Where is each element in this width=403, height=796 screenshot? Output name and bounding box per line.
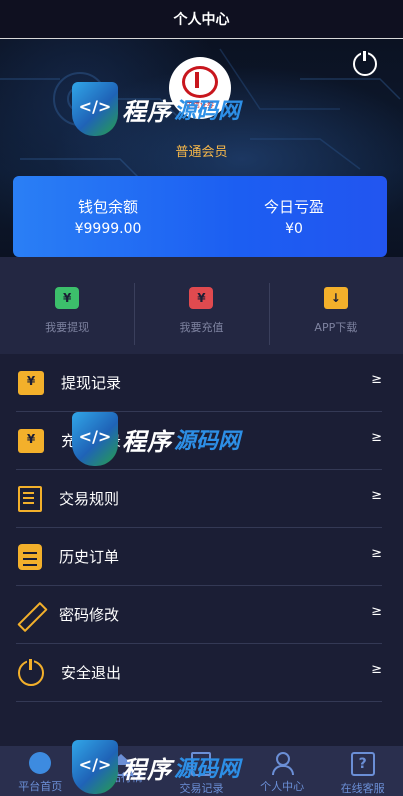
rules-doc-icon <box>18 485 42 512</box>
member-level: 普通会员 <box>175 145 228 160</box>
recharge-icon: ¥ <box>189 287 214 309</box>
tab-label: 在线客服 <box>340 782 385 795</box>
today-profit-label: 今日亏盈 <box>263 198 324 216</box>
today-profit-value: ¥0 <box>285 221 303 237</box>
power-icon <box>18 658 44 686</box>
withdraw-icon: ¥ <box>55 287 80 309</box>
menu-item-recharge-record[interactable]: ¥ 充值记录 ≥ <box>16 412 382 470</box>
tab-trade-records[interactable]: 交易记录 <box>161 746 242 796</box>
menu-item-label: 安全退出 <box>61 664 122 682</box>
menu-item-trading-rules[interactable]: 交易规则 ≥ <box>16 470 382 528</box>
withdraw-label: 我要提现 <box>45 321 90 334</box>
tab-market[interactable]: 商品行情 <box>81 746 162 796</box>
menu-item-label: 交易规则 <box>59 490 120 508</box>
home-icon <box>108 754 133 776</box>
chevron-right-icon: ≥ <box>371 372 382 387</box>
wallet-balance-label: 钱包余额 <box>77 198 138 216</box>
recharge-button[interactable]: ¥ 我要充值 <box>134 257 268 354</box>
menu-item-withdraw-record[interactable]: ¥ 提现记录 ≥ <box>16 354 382 412</box>
today-profit: 今日亏盈 ¥0 <box>239 196 349 237</box>
avatar-text: 中信证券 <box>186 101 214 109</box>
tab-customer-service[interactable]: ? 在线客服 <box>322 746 403 796</box>
app-download-label: APP下载 <box>314 321 358 334</box>
menu-item-label: 密码修改 <box>59 606 120 624</box>
menu-item-label: 提现记录 <box>61 374 122 392</box>
tab-platform-home[interactable]: 平台首页 <box>0 746 81 796</box>
tab-label: 个人中心 <box>260 780 305 793</box>
chevron-right-icon: ≥ <box>371 430 382 445</box>
wallet-balance: 钱包余额 ¥9999.00 <box>53 196 163 237</box>
withdraw-button[interactable]: ¥ 我要提现 <box>0 257 134 354</box>
top-header: 个人中心 <box>0 0 403 39</box>
pencil-icon <box>18 603 42 627</box>
wallet-card: 钱包余额 ¥9999.00 今日亏盈 ¥0 <box>13 176 387 257</box>
user-icon <box>271 752 295 775</box>
chevron-right-icon: ≥ <box>371 488 382 503</box>
withdraw-record-icon: ¥ <box>18 370 44 395</box>
page-title: 个人中心 <box>173 12 230 28</box>
menu-item-label: 历史订单 <box>59 548 120 566</box>
quick-actions: ¥ 我要提现 ¥ 我要充值 ↓ APP下载 <box>0 257 403 354</box>
power-button-icon[interactable] <box>353 51 377 76</box>
record-book-icon <box>191 752 212 776</box>
download-icon: ↓ <box>323 287 348 309</box>
avatar: 中信证券 <box>169 57 231 119</box>
tab-profile[interactable]: 个人中心 <box>242 746 323 796</box>
order-history-icon <box>18 543 42 570</box>
menu-item-change-password[interactable]: 密码修改 ≥ <box>16 586 382 644</box>
chevron-right-icon: ≥ <box>371 604 382 619</box>
tab-label: 平台首页 <box>18 780 63 793</box>
chevron-right-icon: ≥ <box>371 662 382 677</box>
platform-logo-icon <box>29 752 52 774</box>
app-download-button[interactable]: ↓ APP下载 <box>268 257 403 354</box>
bottom-tab-bar: 平台首页 商品行情 交易记录 个人中心 ? 在线客服 <box>0 746 403 796</box>
help-icon: ? <box>350 752 375 776</box>
recharge-label: 我要充值 <box>179 321 224 334</box>
menu-item-order-history[interactable]: 历史订单 ≥ <box>16 528 382 586</box>
citic-logo-icon <box>182 66 218 98</box>
menu-item-label: 充值记录 <box>61 432 122 450</box>
tab-label: 交易记录 <box>179 782 224 795</box>
menu-item-logout[interactable]: 安全退出 ≥ <box>16 644 382 702</box>
recharge-record-icon: ¥ <box>18 428 44 453</box>
chevron-right-icon: ≥ <box>371 546 382 561</box>
account-menu: ¥ 提现记录 ≥ ¥ 充值记录 ≥ 交易规则 ≥ 历史订单 ≥ 密码修改 ≥ 安… <box>0 354 403 702</box>
wallet-balance-value: ¥9999.00 <box>74 221 142 237</box>
